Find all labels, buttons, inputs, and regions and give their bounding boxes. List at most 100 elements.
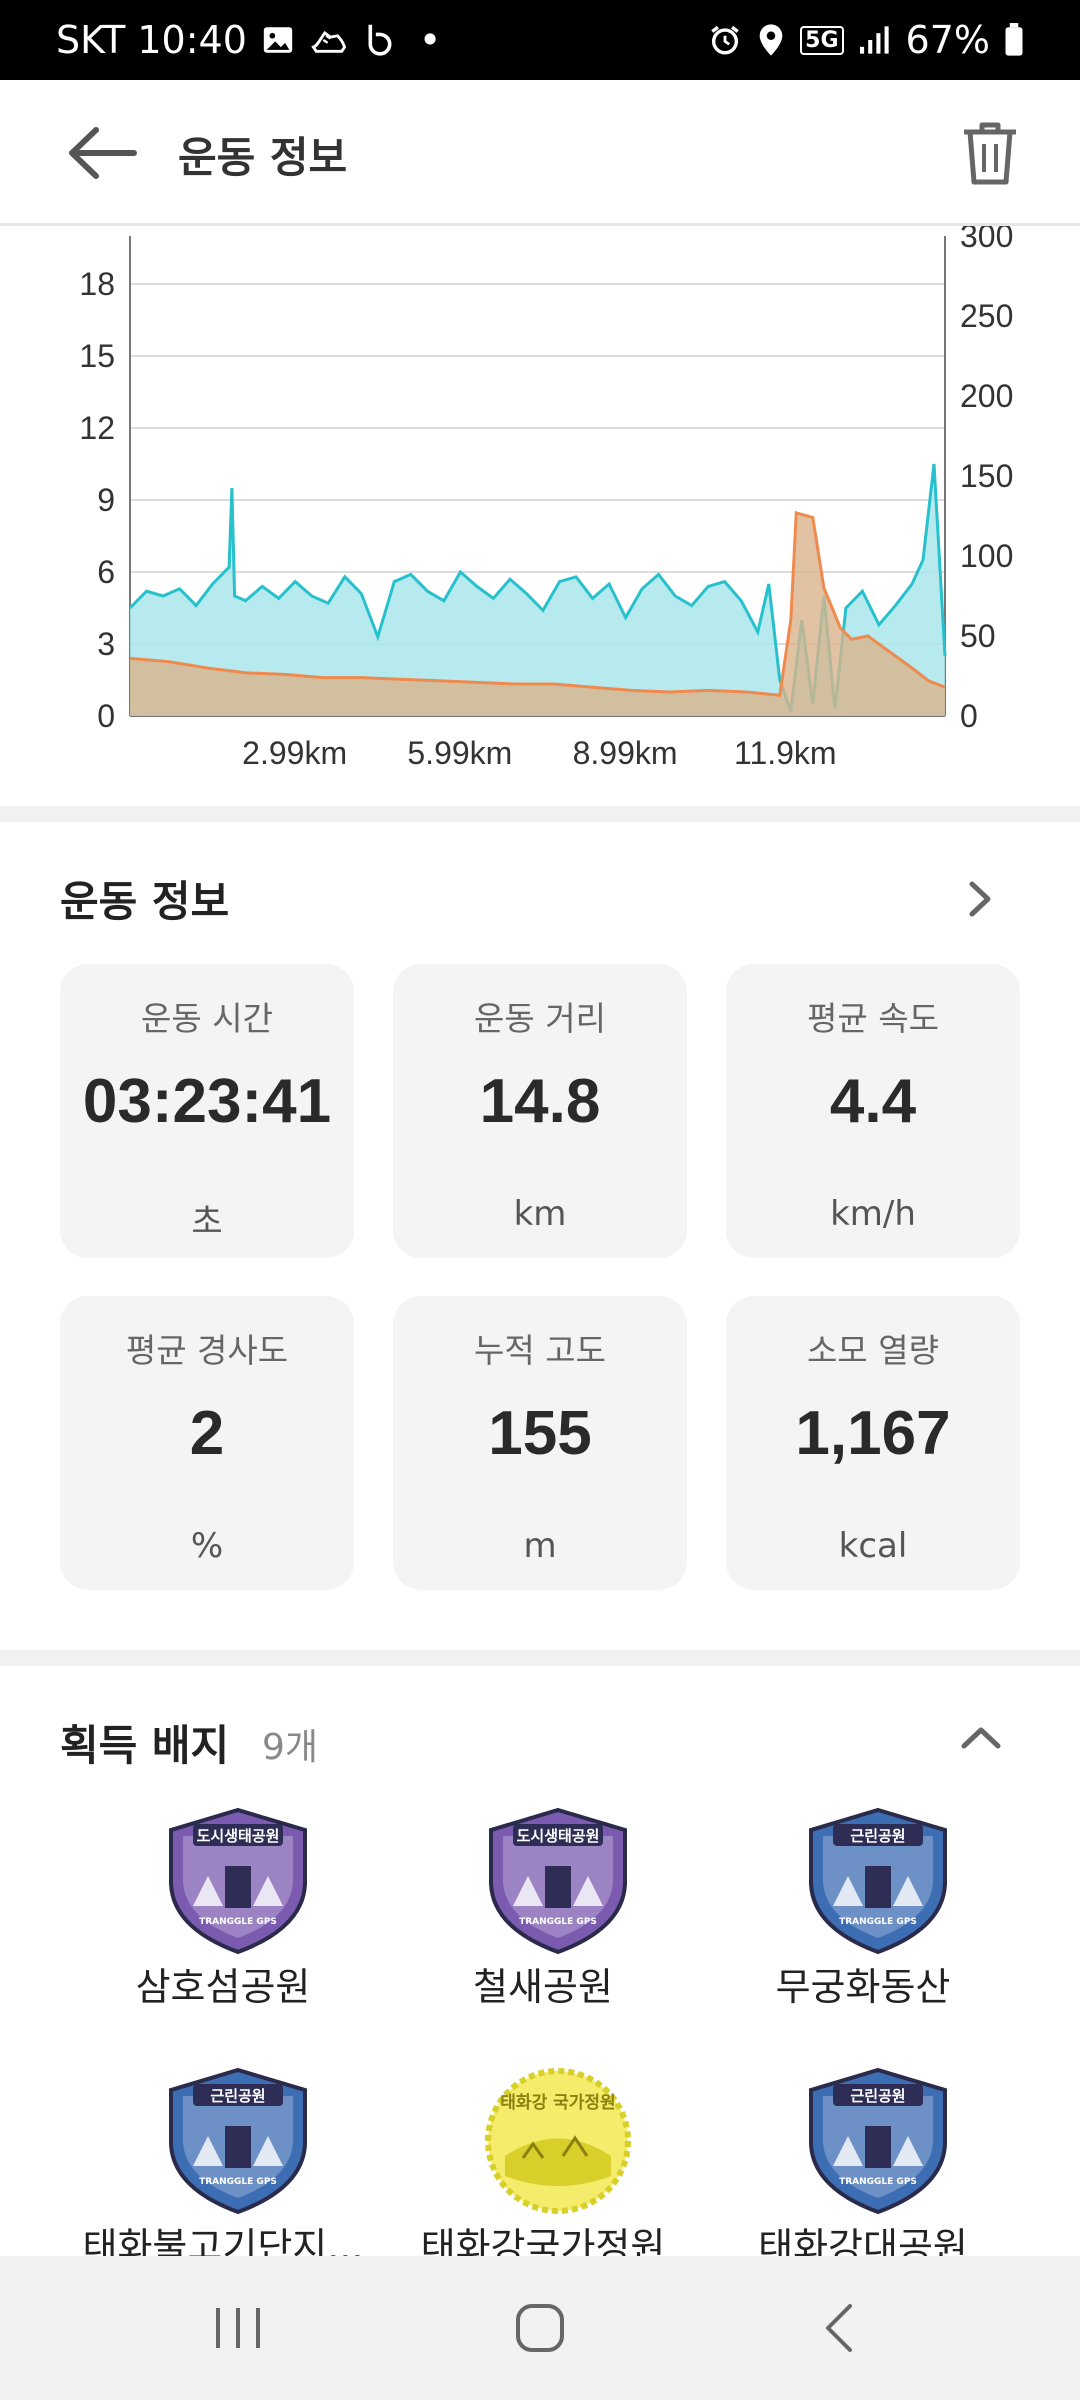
badge-emblem-icon: 태화강 국가정원	[485, 2068, 631, 2214]
badges-section: 획득 배지 9개 도시생태공원 TRANGGLE GPS 삼호섬공원 도시생태공…	[0, 1666, 1080, 2256]
stat-card-avg-slope: 평균 경사도 2 %	[60, 1296, 354, 1590]
home-button[interactable]	[500, 2296, 580, 2360]
back-button[interactable]	[62, 122, 140, 184]
stat-value: 2	[189, 1399, 225, 1468]
y-left-tick-label: 3	[97, 626, 115, 662]
running-shoe-icon	[309, 23, 349, 57]
badge-emblem-text: 태화강 국가정원	[500, 2093, 615, 2113]
badges-title: 획득 배지	[60, 1721, 230, 1770]
badge-name: 태화강대공원	[758, 2225, 968, 2256]
badge-name: 철새공원	[473, 1965, 613, 2009]
x-tick-label: 8.99km	[573, 735, 678, 771]
app-bar: 운동 정보	[0, 80, 1080, 226]
trash-icon	[964, 122, 1016, 185]
y-right-tick-label: 200	[960, 378, 1013, 414]
y-left-tick-label: 12	[79, 410, 115, 446]
y-left-tick-label: 18	[79, 266, 115, 302]
badge-emblem-text: 근린공원	[210, 2087, 265, 2105]
stat-unit: %	[190, 1526, 224, 1566]
recent-apps-button[interactable]	[198, 2296, 278, 2360]
battery-icon	[1004, 23, 1024, 57]
notification-dot: •	[418, 18, 442, 62]
y-right-tick-label: 100	[960, 538, 1013, 574]
battery-percent: 67%	[905, 18, 990, 62]
stat-value: 155	[488, 1399, 592, 1468]
section-divider	[0, 806, 1080, 822]
badge-item[interactable]: 근린공원 TRANGGLE GPS 태화불고기단지...	[58, 2066, 388, 2256]
badge-emblem-text: 근린공원	[850, 1827, 905, 1845]
y-left-tick-label: 9	[97, 482, 115, 518]
badges-collapse-button[interactable]	[956, 1718, 1006, 1768]
stat-card-calories: 소모 열량 1,167 kcal	[726, 1296, 1020, 1590]
home-icon	[516, 2304, 564, 2352]
stat-unit: km	[513, 1194, 567, 1234]
y-left-tick-label: 0	[97, 698, 115, 734]
x-tick-label: 2.99km	[242, 735, 347, 771]
badge-emblem-icon: 근린공원 TRANGGLE GPS	[809, 2067, 947, 2215]
badge-emblem-icon: 근린공원 TRANGGLE GPS	[809, 1807, 947, 1955]
network-type: 5G	[800, 25, 844, 55]
y-left-tick-label: 6	[97, 554, 115, 590]
badge-emblem-icon: 도시생태공원 TRANGGLE GPS	[169, 1807, 307, 1955]
stat-label: 평균 속도	[807, 999, 939, 1038]
stat-value: 14.8	[479, 1067, 601, 1136]
chevron-up-icon	[961, 1727, 1001, 1749]
badge-footer-text: TRANGGLE GPS	[839, 1917, 917, 1927]
stat-label: 운동 시간	[141, 999, 273, 1038]
stat-card-duration: 운동 시간 03:23:41 초	[60, 964, 354, 1258]
badge-name: 태화강국가정원	[420, 2225, 666, 2256]
back-icon	[826, 2304, 852, 2352]
badge-emblem-icon: 근린공원 TRANGGLE GPS	[169, 2067, 307, 2215]
workout-info-section: 운동 정보 운동 시간 03:23:41 초 운동 거리 14.8 km 평균 …	[0, 822, 1080, 1658]
workout-chart: 0 3 6 9 12 15 18 0 50 100 150 200 250 300 2.99km 5.99km…	[0, 218, 1080, 806]
stat-unit: 초	[191, 1202, 223, 1242]
badge-emblem-icon: 도시생태공원 TRANGGLE GPS	[489, 1807, 627, 1955]
badge-footer-text: TRANGGLE GPS	[519, 1917, 597, 1927]
badge-name: 삼호섬공원	[135, 1965, 311, 2009]
status-bar: SKT 10:40 • 5G 67%	[0, 0, 1080, 80]
stat-label: 운동 거리	[474, 999, 606, 1038]
system-nav-bar	[0, 2256, 1080, 2400]
speed-altitude-chart: 0 3 6 9 12 15 18 0 50 100 150 200 250 300 2.99km 5.99km…	[79, 218, 1013, 771]
stat-value: 1,167	[795, 1399, 951, 1468]
stat-card-elevation-gain: 누적 고도 155 m	[393, 1296, 687, 1590]
image-icon	[261, 23, 295, 57]
workout-info-more-button[interactable]	[960, 874, 1000, 924]
b-app-icon	[363, 22, 397, 58]
stat-label: 평균 경사도	[125, 1331, 289, 1370]
badge-item[interactable]: 태화강 국가정원 태화강국가정원	[378, 2066, 708, 2256]
section-title: 운동 정보	[60, 877, 230, 926]
signal-icon	[858, 25, 892, 55]
x-tick-label: 11.9km	[734, 735, 837, 771]
system-back-button[interactable]	[800, 2296, 880, 2360]
y-left-tick-label: 15	[79, 338, 115, 374]
badge-count: 9개	[262, 1727, 319, 1768]
arrow-left-icon	[69, 127, 137, 179]
stat-value: 03:23:41	[82, 1067, 332, 1136]
badge-item[interactable]: 근린공원 TRANGGLE GPS 무궁화동산	[698, 1806, 1028, 2036]
badge-emblem-text: 도시생태공원	[517, 1827, 600, 1845]
badge-name: 무궁화동산	[775, 1965, 951, 2009]
stat-card-distance: 운동 거리 14.8 km	[393, 964, 687, 1258]
delete-button[interactable]	[960, 120, 1020, 186]
badge-emblem-text: 근린공원	[850, 2087, 905, 2105]
alarm-icon	[708, 23, 742, 57]
recent-apps-icon	[216, 2308, 260, 2348]
stat-label: 소모 열량	[807, 1331, 939, 1370]
stat-card-avg-speed: 평균 속도 4.4 km/h	[726, 964, 1020, 1258]
badge-footer-text: TRANGGLE GPS	[199, 2177, 277, 2187]
page-title: 운동 정보	[178, 133, 348, 182]
badge-footer-text: TRANGGLE GPS	[199, 1917, 277, 1927]
badge-item[interactable]: 근린공원 TRANGGLE GPS 태화강대공원	[698, 2066, 1028, 2256]
y-right-tick-label: 150	[960, 458, 1013, 494]
y-right-tick-label: 250	[960, 298, 1013, 334]
y-right-tick-label: 50	[960, 618, 996, 654]
badge-item[interactable]: 도시생태공원 TRANGGLE GPS 삼호섬공원	[58, 1806, 388, 2036]
badge-item[interactable]: 도시생태공원 TRANGGLE GPS 철새공원	[378, 1806, 708, 2036]
section-divider	[0, 1650, 1080, 1666]
badge-name: 태화불고기단지...	[82, 2225, 364, 2256]
badge-emblem-text: 도시생태공원	[197, 1827, 280, 1845]
chevron-right-icon	[969, 881, 991, 917]
stat-value: 4.4	[829, 1067, 917, 1136]
y-right-tick-label: 300	[960, 226, 1013, 254]
